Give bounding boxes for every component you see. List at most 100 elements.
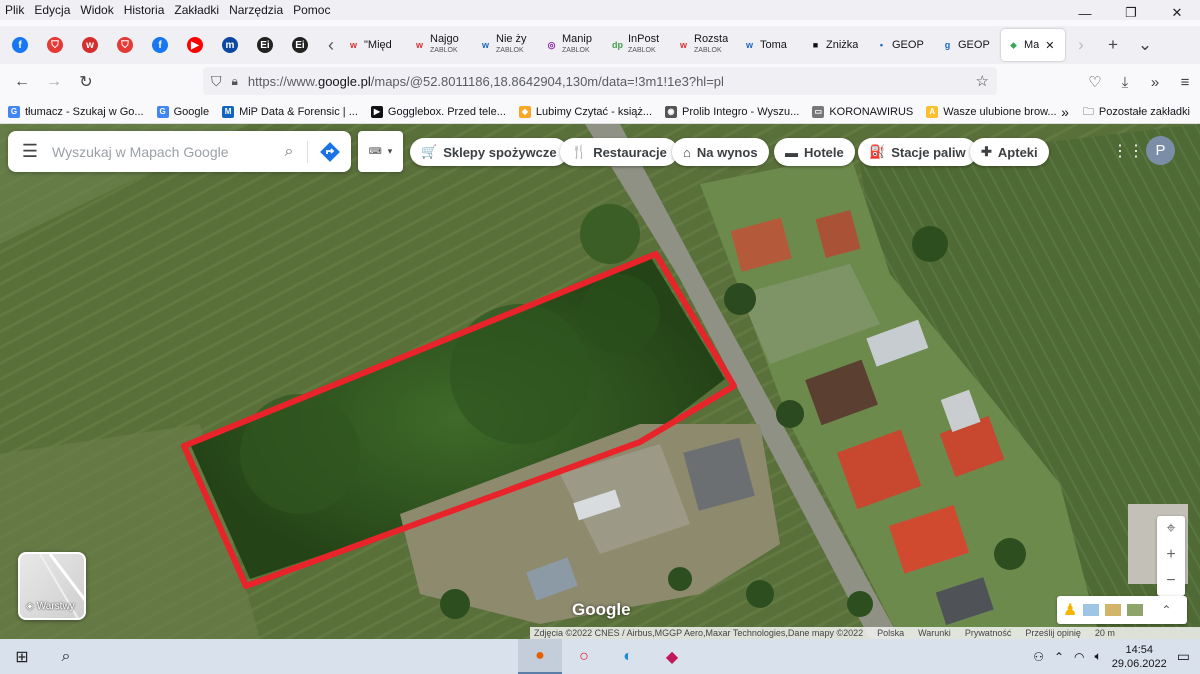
category-chip[interactable]: ▬ Hotele	[774, 138, 855, 166]
wifi-icon[interactable]: ◠	[1074, 650, 1084, 664]
windows-start-icon[interactable]: ⊞	[0, 639, 44, 674]
edge-icon[interactable]: ◐	[606, 639, 650, 674]
tab-scroll-right-button[interactable]: ›	[1065, 35, 1097, 55]
extensions-icon[interactable]: »	[1140, 74, 1170, 91]
directions-button[interactable]	[307, 140, 351, 163]
category-chip[interactable]: ✚ Apteki	[970, 138, 1049, 166]
back-button[interactable]: ←	[6, 68, 38, 96]
bookmark-item[interactable]: ▭ KORONAWIRUS	[812, 105, 914, 118]
zoom-in-button[interactable]: +	[1157, 542, 1185, 568]
layers-button[interactable]: ◈ Warstwy	[18, 552, 86, 620]
tab-title-wrap: GEOP	[958, 40, 990, 51]
tab-scroll-left-button[interactable]: ‹	[321, 35, 341, 56]
chevron-up-icon[interactable]: ⌃	[1161, 603, 1171, 617]
attribution-link[interactable]: Warunki	[918, 628, 951, 638]
paint-icon[interactable]: ◆	[650, 639, 694, 674]
menu-item[interactable]: Plik	[0, 3, 29, 17]
attribution-link[interactable]: Prywatność	[965, 628, 1012, 638]
map-canvas[interactable]: ☰ Wyszukaj w Mapach Google ⌕ ⌨ ▾ 🛒 Sklepy …	[0, 124, 1200, 639]
pinned-tab[interactable]: ⛉	[111, 30, 139, 60]
other-bookmarks-folder[interactable]: 🗀 Pozostałe zakładki	[1083, 103, 1190, 122]
bookmark-label: KORONAWIRUS	[829, 105, 914, 118]
category-chip[interactable]: ⛽ Stacje paliw	[858, 138, 977, 166]
zoom-out-button[interactable]: −	[1157, 568, 1185, 594]
close-tab-icon[interactable]: ✕	[1045, 39, 1054, 52]
imagery-thumbnail-icon[interactable]	[1105, 604, 1122, 616]
browser-tab[interactable]: ⬥ Ma ✕	[1001, 29, 1065, 61]
browser-tab[interactable]: • GEOP	[869, 29, 935, 61]
menu-item[interactable]: Pomoc	[288, 3, 335, 17]
imagery-thumbnail-icon[interactable]	[1127, 604, 1144, 616]
search-input[interactable]: Wyszukaj w Mapach Google	[52, 144, 271, 160]
bookmark-item[interactable]: M MiP Data & Forensic | ...	[222, 105, 358, 118]
tab-list-button[interactable]: ⌄	[1129, 35, 1161, 55]
opera-icon[interactable]: ○	[562, 639, 606, 674]
bookmarks-bar: Gtłumacz - Szukaj w Go... G Google M MiP Dat…	[0, 100, 1200, 124]
pocket-icon[interactable]: ♡	[1080, 73, 1110, 91]
pinned-tab[interactable]: w	[76, 30, 104, 60]
bookmark-item[interactable]: ◉ Prolib Integro - Wyszu...	[665, 105, 799, 118]
search-icon[interactable]: ⌕	[44, 639, 88, 674]
browser-tab[interactable]: w Najgo ZABLOK	[407, 29, 473, 61]
imagery-thumbnail-icon[interactable]	[1083, 604, 1100, 616]
forward-button[interactable]: →	[38, 68, 70, 96]
browser-tab[interactable]: g GEOP	[935, 29, 1001, 61]
bookmark-item[interactable]: ▶ Gogglebox. Przed tele...	[370, 105, 506, 118]
pinned-tab[interactable]: Ei	[286, 30, 314, 60]
menu-item[interactable]: Widok	[75, 3, 118, 17]
pegman-icon[interactable]: ♟	[1063, 600, 1077, 620]
minimize-button[interactable]: —	[1062, 0, 1108, 26]
category-chip[interactable]: ⌂ Na wynos	[672, 138, 769, 166]
downloads-icon[interactable]: ⤓	[1110, 74, 1140, 91]
pinned-tab[interactable]: f	[6, 30, 34, 60]
pinned-tab[interactable]: ▶	[181, 30, 209, 60]
close-window-button[interactable]: ✕	[1154, 0, 1200, 26]
chevron-up-icon[interactable]: ⌃	[1054, 650, 1064, 664]
url-bar[interactable]: ⛉ 🔒︎ https://www.google.pl/maps/@52.8011…	[203, 67, 997, 95]
pinned-tab[interactable]: Ei	[251, 30, 279, 60]
avatar[interactable]: P	[1146, 136, 1175, 165]
category-chip[interactable]: 🍴 Restauracje	[560, 138, 678, 166]
browser-tab[interactable]: w "Międ	[341, 29, 407, 61]
browser-tab[interactable]: w Toma	[737, 29, 803, 61]
attribution-link[interactable]: Prześlij opinię	[1025, 628, 1081, 638]
input-tools-button[interactable]: ⌨ ▾	[358, 131, 403, 172]
menu-item[interactable]: Zakładki	[169, 3, 224, 17]
menu-item[interactable]: Historia	[119, 3, 170, 17]
browser-tab[interactable]: w Rozsta ZABLOK	[671, 29, 737, 61]
firefox-icon[interactable]: ●	[518, 639, 562, 674]
new-tab-button[interactable]: +	[1097, 35, 1129, 55]
bookmark-item[interactable]: A Wasze ulubione brow...	[926, 105, 1057, 118]
tab-title: Ma	[1024, 39, 1040, 51]
fork-knife-icon: 🍴	[571, 144, 588, 159]
bookmark-item[interactable]: ◆ Lubimy Czytać - książ...	[518, 105, 652, 118]
bookmark-favicon-icon: G	[156, 105, 169, 118]
people-icon[interactable]: ⚇	[1033, 650, 1044, 664]
notifications-icon[interactable]: ▭	[1177, 648, 1190, 665]
layers-label-wrap: ◈ Warstwy	[26, 601, 75, 612]
browser-tab[interactable]: ■ Zniżka	[803, 29, 869, 61]
my-location-icon[interactable]: ⌖	[1157, 516, 1185, 542]
toolbar-right: ♡ ⤓ » ≡	[1080, 64, 1200, 100]
volume-icon[interactable]: 🔈︎	[1095, 649, 1102, 664]
attribution-link[interactable]: Polska	[877, 628, 904, 638]
category-chip[interactable]: 🛒 Sklepy spożywcze	[410, 138, 568, 166]
search-icon[interactable]: ⌕	[271, 143, 307, 161]
bookmark-item[interactable]: G Google	[156, 105, 209, 118]
browser-tab[interactable]: w Nie ży ZABLOK	[473, 29, 539, 61]
reload-button[interactable]: ↻	[70, 68, 102, 96]
menu-item[interactable]: Edycja	[29, 3, 75, 17]
bookmarks-more-button[interactable]: »	[1061, 104, 1069, 120]
pinned-tab[interactable]: ⛉	[41, 30, 69, 60]
bookmark-item[interactable]: Gtłumacz - Szukaj w Go...	[8, 105, 144, 118]
pinned-tab[interactable]: m	[216, 30, 244, 60]
browser-tab[interactable]: dp InPost ZABLOK	[605, 29, 671, 61]
clock[interactable]: 14:54 29.06.2022	[1112, 643, 1167, 671]
restore-button[interactable]: ❐	[1108, 0, 1154, 26]
app-menu-icon[interactable]: ≡	[1170, 74, 1200, 91]
pinned-tab[interactable]: f	[146, 30, 174, 60]
menu-item[interactable]: Narzędzia	[224, 3, 288, 17]
menu-icon[interactable]: ☰	[8, 141, 52, 162]
browser-tab[interactable]: ◎ Manip ZABLOK	[539, 29, 605, 61]
bookmark-star-icon[interactable]: ☆	[976, 72, 989, 90]
